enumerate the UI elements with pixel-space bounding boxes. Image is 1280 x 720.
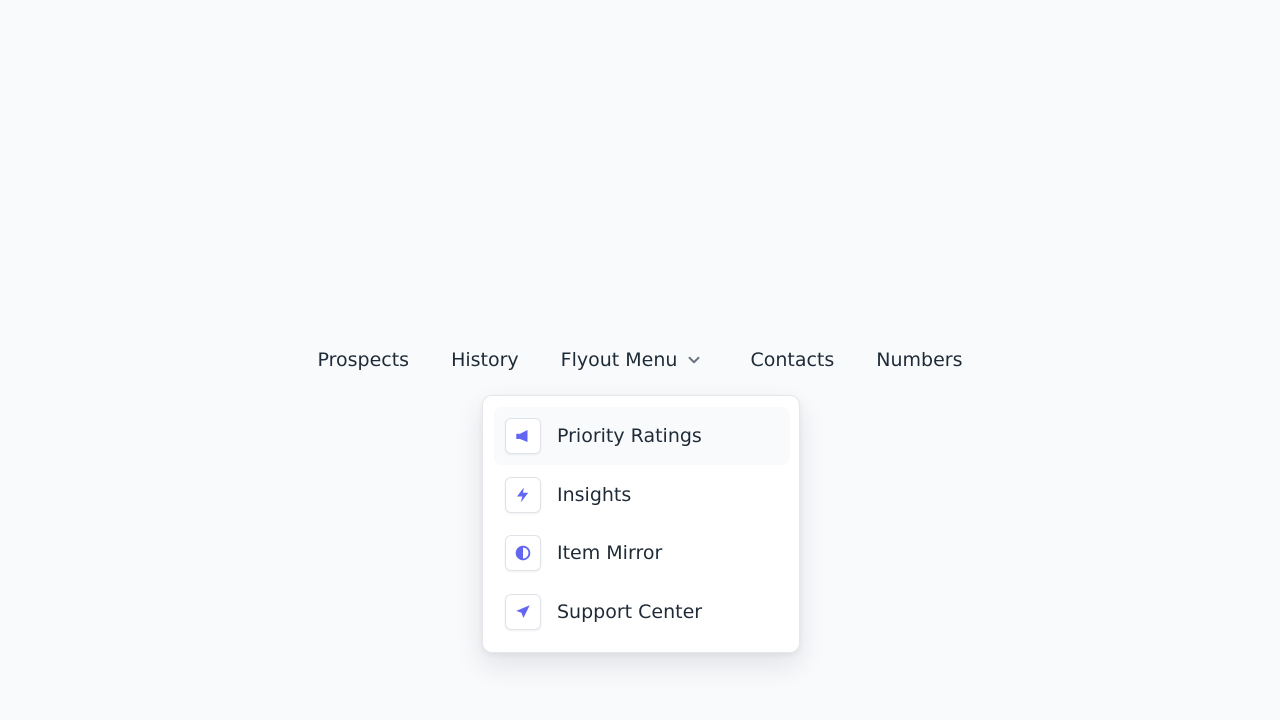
nav-item-history[interactable]: History: [451, 343, 519, 377]
menu-item-label: Insights: [557, 484, 632, 506]
chevron-down-icon: [685, 351, 703, 369]
nav-item-prospects[interactable]: Prospects: [317, 343, 409, 377]
flyout-menu-label: Flyout Menu: [560, 349, 678, 371]
menu-item-label: Priority Ratings: [557, 425, 702, 447]
top-navigation: Prospects History Flyout Menu Contacts N…: [0, 343, 1280, 377]
lightning-bolt-icon: [505, 477, 541, 513]
flyout-menu-trigger[interactable]: Flyout Menu: [561, 343, 704, 377]
menu-item-support-center[interactable]: Support Center: [494, 583, 790, 641]
menu-item-label: Item Mirror: [557, 542, 663, 564]
half-circle-contrast-icon: [505, 535, 541, 571]
nav-item-contacts[interactable]: Contacts: [750, 343, 834, 377]
menu-item-priority-ratings[interactable]: Priority Ratings: [494, 407, 790, 465]
paper-plane-arrow-icon: [505, 594, 541, 630]
menu-item-insights[interactable]: Insights: [494, 466, 790, 524]
nav-item-numbers[interactable]: Numbers: [876, 343, 962, 377]
megaphone-icon: [505, 418, 541, 454]
menu-item-item-mirror[interactable]: Item Mirror: [494, 524, 790, 582]
flyout-menu-panel: Priority Ratings Insights Item Mirror Su…: [482, 395, 800, 653]
menu-item-label: Support Center: [557, 601, 703, 623]
